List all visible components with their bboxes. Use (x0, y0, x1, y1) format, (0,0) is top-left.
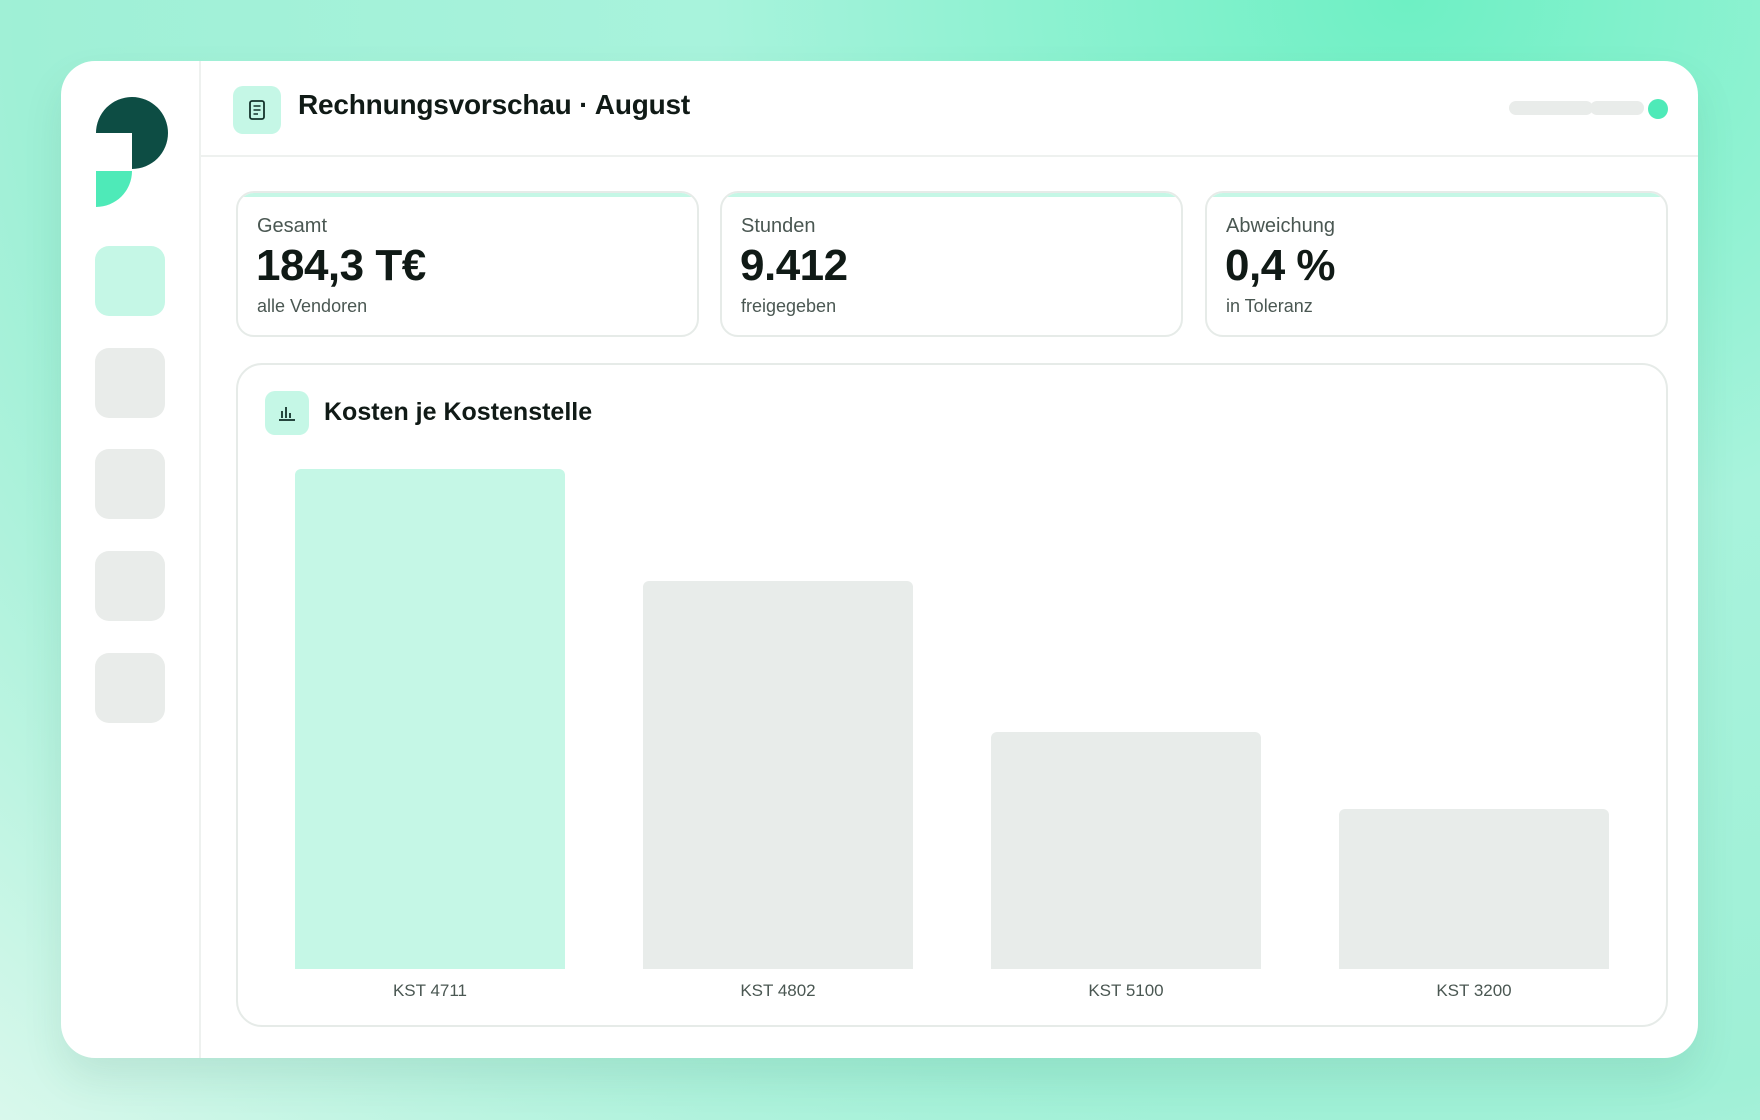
bar-kst-4711[interactable] (295, 469, 565, 969)
sidebar-item-5[interactable] (95, 653, 165, 723)
bar-kst-5100[interactable] (991, 732, 1261, 969)
kpi-card-gesamt: Gesamt 184,3 T€ alle Vendoren (236, 191, 699, 337)
kpi-card-abweichung: Abweichung 0,4 % in Toleranz (1205, 191, 1668, 337)
x-tick-label: KST 3200 (1436, 981, 1512, 1000)
kpi-value: 184,3 T€ (256, 241, 426, 290)
page-title: Rechnungsvorschau · August (298, 89, 691, 120)
sidebar-item-3[interactable] (95, 449, 165, 519)
sidebar-item-1[interactable] (95, 246, 165, 316)
kpi-value: 9.412 (740, 241, 848, 290)
kpi-card-stunden: Stunden 9.412 freigegeben (720, 191, 1183, 337)
brand-logo[interactable] (96, 97, 168, 207)
header-placeholder-pill-2 (1590, 101, 1644, 115)
app-window: Rechnungsvorschau · August Gesamt 184,3 … (61, 61, 1698, 1058)
chart-card: Kosten je Kostenstelle KST 4711 KST 4802 K… (236, 363, 1668, 1027)
kpi-label: Gesamt (257, 215, 328, 237)
header: Rechnungsvorschau · August (201, 61, 1698, 157)
kpi-subtext: freigegeben (741, 296, 837, 316)
sidebar-item-2[interactable] (95, 348, 165, 418)
sidebar-item-4[interactable] (95, 551, 165, 621)
kpi-label: Stunden (741, 215, 816, 237)
sidebar (61, 61, 201, 1058)
header-placeholder-pill-1 (1509, 101, 1593, 115)
kpi-value: 0,4 % (1225, 241, 1336, 290)
bar-kst-4802[interactable] (643, 581, 913, 969)
bar-chart-plot: KST 4711 KST 4802 KST 5100 KST 3200 (238, 365, 1666, 1025)
x-tick-label: KST 4802 (740, 981, 816, 1000)
x-tick-label: KST 4711 (392, 981, 468, 1000)
status-dot (1648, 99, 1668, 119)
kpi-subtext: in Toleranz (1226, 296, 1313, 316)
bar-kst-3200[interactable] (1339, 809, 1609, 969)
x-tick-label: KST 5100 (1088, 981, 1164, 1000)
kpi-subtext: alle Vendoren (257, 296, 368, 316)
kpi-label: Abweichung (1226, 215, 1335, 237)
document-icon (233, 86, 281, 134)
